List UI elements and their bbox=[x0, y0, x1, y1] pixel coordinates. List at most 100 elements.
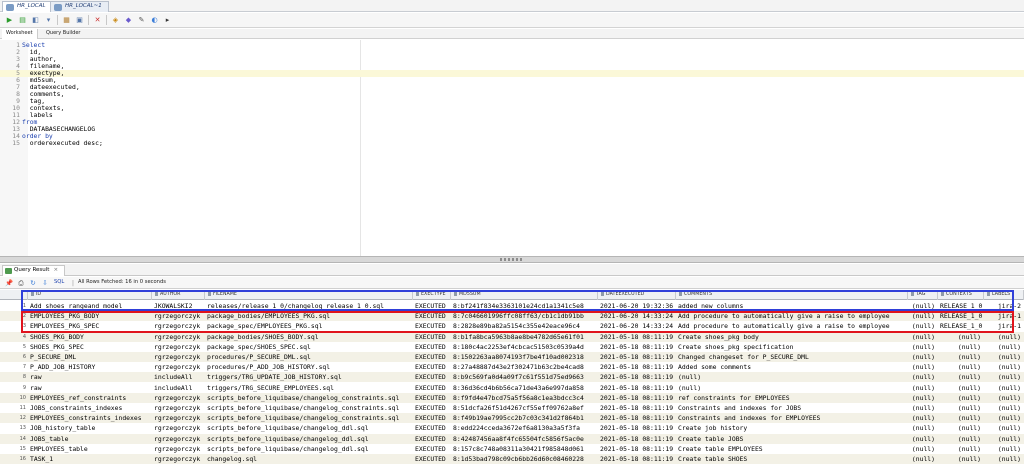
cell-exectype[interactable]: EXECUTED bbox=[413, 454, 451, 464]
cell-filename[interactable]: scripts_before_liquibase/changelog_ddl.s… bbox=[205, 434, 413, 444]
run-script-icon[interactable]: ▤ bbox=[17, 15, 28, 25]
cell-exectype[interactable]: EXECUTED bbox=[413, 301, 451, 311]
cell-filename[interactable]: releases/release_1_0/changelog_release_1… bbox=[205, 301, 413, 311]
column-header-author[interactable]: AUTHOR bbox=[152, 290, 205, 300]
cell-dateexecuted[interactable]: 2021-05-18 08:11:19 bbox=[598, 423, 676, 433]
cell-md5sum[interactable]: 8:b1fa8bca5963b8ae8be4782d65e61f01 bbox=[451, 332, 598, 342]
format-icon[interactable]: ◆ bbox=[123, 15, 134, 25]
cell-filename[interactable]: scripts_before_liquibase/changelog_const… bbox=[205, 413, 413, 423]
column-header-exectype[interactable]: EXECTYPE bbox=[413, 290, 451, 300]
cell-dateexecuted[interactable]: 2021-05-18 08:11:19 bbox=[598, 413, 676, 423]
cell-dateexecuted[interactable]: 2021-05-18 08:11:19 bbox=[598, 372, 676, 382]
cell-comments[interactable]: Changed changeset for P_SECURE_DML bbox=[676, 352, 908, 362]
cell-labels[interactable]: (null) bbox=[984, 352, 1024, 362]
cell-comments[interactable]: Add procedure to automatically give a ra… bbox=[676, 311, 908, 321]
connection-tab-hr-local[interactable]: HR_LOCAL bbox=[2, 1, 53, 12]
cell-author[interactable]: rgrzegorczyk bbox=[152, 444, 205, 454]
cell-tag[interactable]: (null) bbox=[908, 311, 938, 321]
cell-contexts[interactable]: (null) bbox=[938, 444, 984, 454]
cell-id[interactable]: EMPLOYEES_PKG_SPEC bbox=[28, 321, 152, 331]
export-icon[interactable]: ⇩ bbox=[40, 278, 50, 288]
cell-contexts[interactable]: RELEASE_1_0 bbox=[938, 311, 984, 321]
cell-tag[interactable]: (null) bbox=[908, 372, 938, 382]
cell-contexts[interactable]: RELEASE_1_0 bbox=[938, 321, 984, 331]
cell-tag[interactable]: (null) bbox=[908, 454, 938, 464]
cell-labels[interactable]: (null) bbox=[984, 444, 1024, 454]
code-line[interactable]: 2 id, bbox=[0, 49, 1024, 56]
cell-labels[interactable]: jira-1 bbox=[984, 311, 1024, 321]
cell-md5sum[interactable]: 8:edd224cceda3672ef6a8130a3a5f3fa bbox=[451, 423, 598, 433]
cell-filename[interactable]: package_spec/SHOES_SPEC.sql bbox=[205, 342, 413, 352]
code-line[interactable]: 14 order by bbox=[0, 133, 1024, 140]
cell-labels[interactable]: (null) bbox=[984, 393, 1024, 403]
editor-results-splitter[interactable] bbox=[0, 256, 1024, 263]
cell-dateexecuted[interactable]: 2021-05-18 08:11:19 bbox=[598, 352, 676, 362]
tab-worksheet[interactable]: Worksheet bbox=[2, 29, 38, 39]
cell-author[interactable]: rgrzegorczyk bbox=[152, 332, 205, 342]
cell-md5sum[interactable]: 8:7c046601996ffc08ff63/cb1c1db91bb bbox=[451, 311, 598, 321]
cell-exectype[interactable]: EXECUTED bbox=[413, 444, 451, 454]
code-line[interactable]: 11 labels bbox=[0, 112, 1024, 119]
cell-md5sum[interactable]: 8:f49b19ae7995cc2b7c03c341d2f864b1 bbox=[451, 413, 598, 423]
cell-exectype[interactable]: EXECUTED bbox=[413, 434, 451, 444]
cell-dateexecuted[interactable]: 2021-05-18 08:11:19 bbox=[598, 434, 676, 444]
cell-comments[interactable]: Added some comments bbox=[676, 362, 908, 372]
cell-md5sum[interactable]: 8:42487456aa8f4fc65504fc5856f5ac0e bbox=[451, 434, 598, 444]
column-header-labels[interactable]: LABELS bbox=[984, 290, 1024, 300]
cell-exectype[interactable]: EXECUTED bbox=[413, 423, 451, 433]
column-header-tag[interactable]: TAG bbox=[908, 290, 938, 300]
cell-author[interactable]: rgrzegorczyk bbox=[152, 311, 205, 321]
cell-exectype[interactable]: EXECUTED bbox=[413, 311, 451, 321]
cell-contexts[interactable]: (null) bbox=[938, 362, 984, 372]
table-row[interactable]: 2 EMPLOYEES_PKG_BODY rgrzegorczyk package_b… bbox=[0, 311, 1024, 322]
cell-contexts[interactable]: (null) bbox=[938, 332, 984, 342]
cell-labels[interactable]: (null) bbox=[984, 454, 1024, 464]
cell-author[interactable]: includeAll bbox=[152, 372, 205, 382]
results-grid[interactable]: ID AUTHOR FILENAME EXECTYPE MD5SUM DATEEXECUT… bbox=[0, 290, 1024, 474]
cell-labels[interactable]: (null) bbox=[984, 423, 1024, 433]
cell-exectype[interactable]: EXECUTED bbox=[413, 383, 451, 393]
cell-comments[interactable]: Create table EMPLOYEES bbox=[676, 444, 908, 454]
cell-labels[interactable]: (null) bbox=[984, 362, 1024, 372]
cell-id[interactable]: JOBS_constraints_indexes bbox=[28, 403, 152, 413]
connection-tab-hr-local-1[interactable]: HR_LOCAL~1 bbox=[50, 1, 109, 12]
code-line[interactable]: 7 dateexecuted, bbox=[0, 84, 1024, 91]
code-line[interactable]: 9 tag, bbox=[0, 98, 1024, 105]
cell-exectype[interactable]: EXECUTED bbox=[413, 403, 451, 413]
cell-tag[interactable]: (null) bbox=[908, 403, 938, 413]
cell-filename[interactable]: package_bodies/SHOES_BODY.sql bbox=[205, 332, 413, 342]
cell-author[interactable]: JKOWALSKI2 bbox=[152, 301, 205, 311]
cell-id[interactable]: P_SECURE_DML bbox=[28, 352, 152, 362]
column-header-dateexecuted[interactable]: DATEEXECUTED bbox=[598, 290, 676, 300]
cell-md5sum[interactable]: 8:2828e89ba82a5154c355e42eace96c4 bbox=[451, 321, 598, 331]
cell-labels[interactable]: jira-1 bbox=[984, 321, 1024, 331]
cell-contexts[interactable]: (null) bbox=[938, 454, 984, 464]
cell-dateexecuted[interactable]: 2021-05-18 08:11:19 bbox=[598, 332, 676, 342]
cell-id[interactable]: TASK_1 bbox=[28, 454, 152, 464]
cell-contexts[interactable]: (null) bbox=[938, 372, 984, 382]
cell-id[interactable]: EMPLOYEES_constraints_indexes bbox=[28, 413, 152, 423]
history-icon[interactable]: ◐ bbox=[149, 15, 160, 25]
code-line[interactable]: 1 Select bbox=[0, 42, 1024, 49]
cell-tag[interactable]: (null) bbox=[908, 444, 938, 454]
cell-contexts[interactable]: (null) bbox=[938, 423, 984, 433]
cell-contexts[interactable]: (null) bbox=[938, 434, 984, 444]
sql-tuning-icon[interactable]: ◈ bbox=[110, 15, 121, 25]
rollback-icon[interactable]: ▣ bbox=[74, 15, 85, 25]
table-row[interactable]: 7 P_ADD_JOB_HISTORY rgrzegorczyk procedures… bbox=[0, 362, 1024, 372]
pin-icon[interactable]: 📌 bbox=[4, 278, 14, 288]
cell-contexts[interactable]: (null) bbox=[938, 342, 984, 352]
table-row[interactable]: 14 JOBS_table rgrzegorczyk scripts_before_l… bbox=[0, 433, 1024, 444]
cell-author[interactable]: rgrzegorczyk bbox=[152, 342, 205, 352]
cell-author[interactable]: rgrzegorczyk bbox=[152, 413, 205, 423]
cell-contexts[interactable]: (null) bbox=[938, 393, 984, 403]
cell-dateexecuted[interactable]: 2021-06-20 14:33:24 bbox=[598, 311, 676, 321]
cell-id[interactable]: JOB_history_table bbox=[28, 423, 152, 433]
column-header-contexts[interactable]: CONTEXTS bbox=[938, 290, 984, 300]
table-row[interactable]: 12 EMPLOYEES_constraints_indexes rgrzegorc… bbox=[0, 413, 1024, 424]
cell-id[interactable]: P_ADD_JOB_HISTORY bbox=[28, 362, 152, 372]
cell-labels[interactable]: jira-2 bbox=[984, 301, 1024, 311]
code-line[interactable]: 15 orderexecuted desc; bbox=[0, 140, 1024, 147]
table-row[interactable]: 6 P_SECURE_DML rgrzegorczyk procedures/P_SE… bbox=[0, 352, 1024, 362]
cell-id[interactable]: EMPLOYEES_PKG_BODY bbox=[28, 311, 152, 321]
